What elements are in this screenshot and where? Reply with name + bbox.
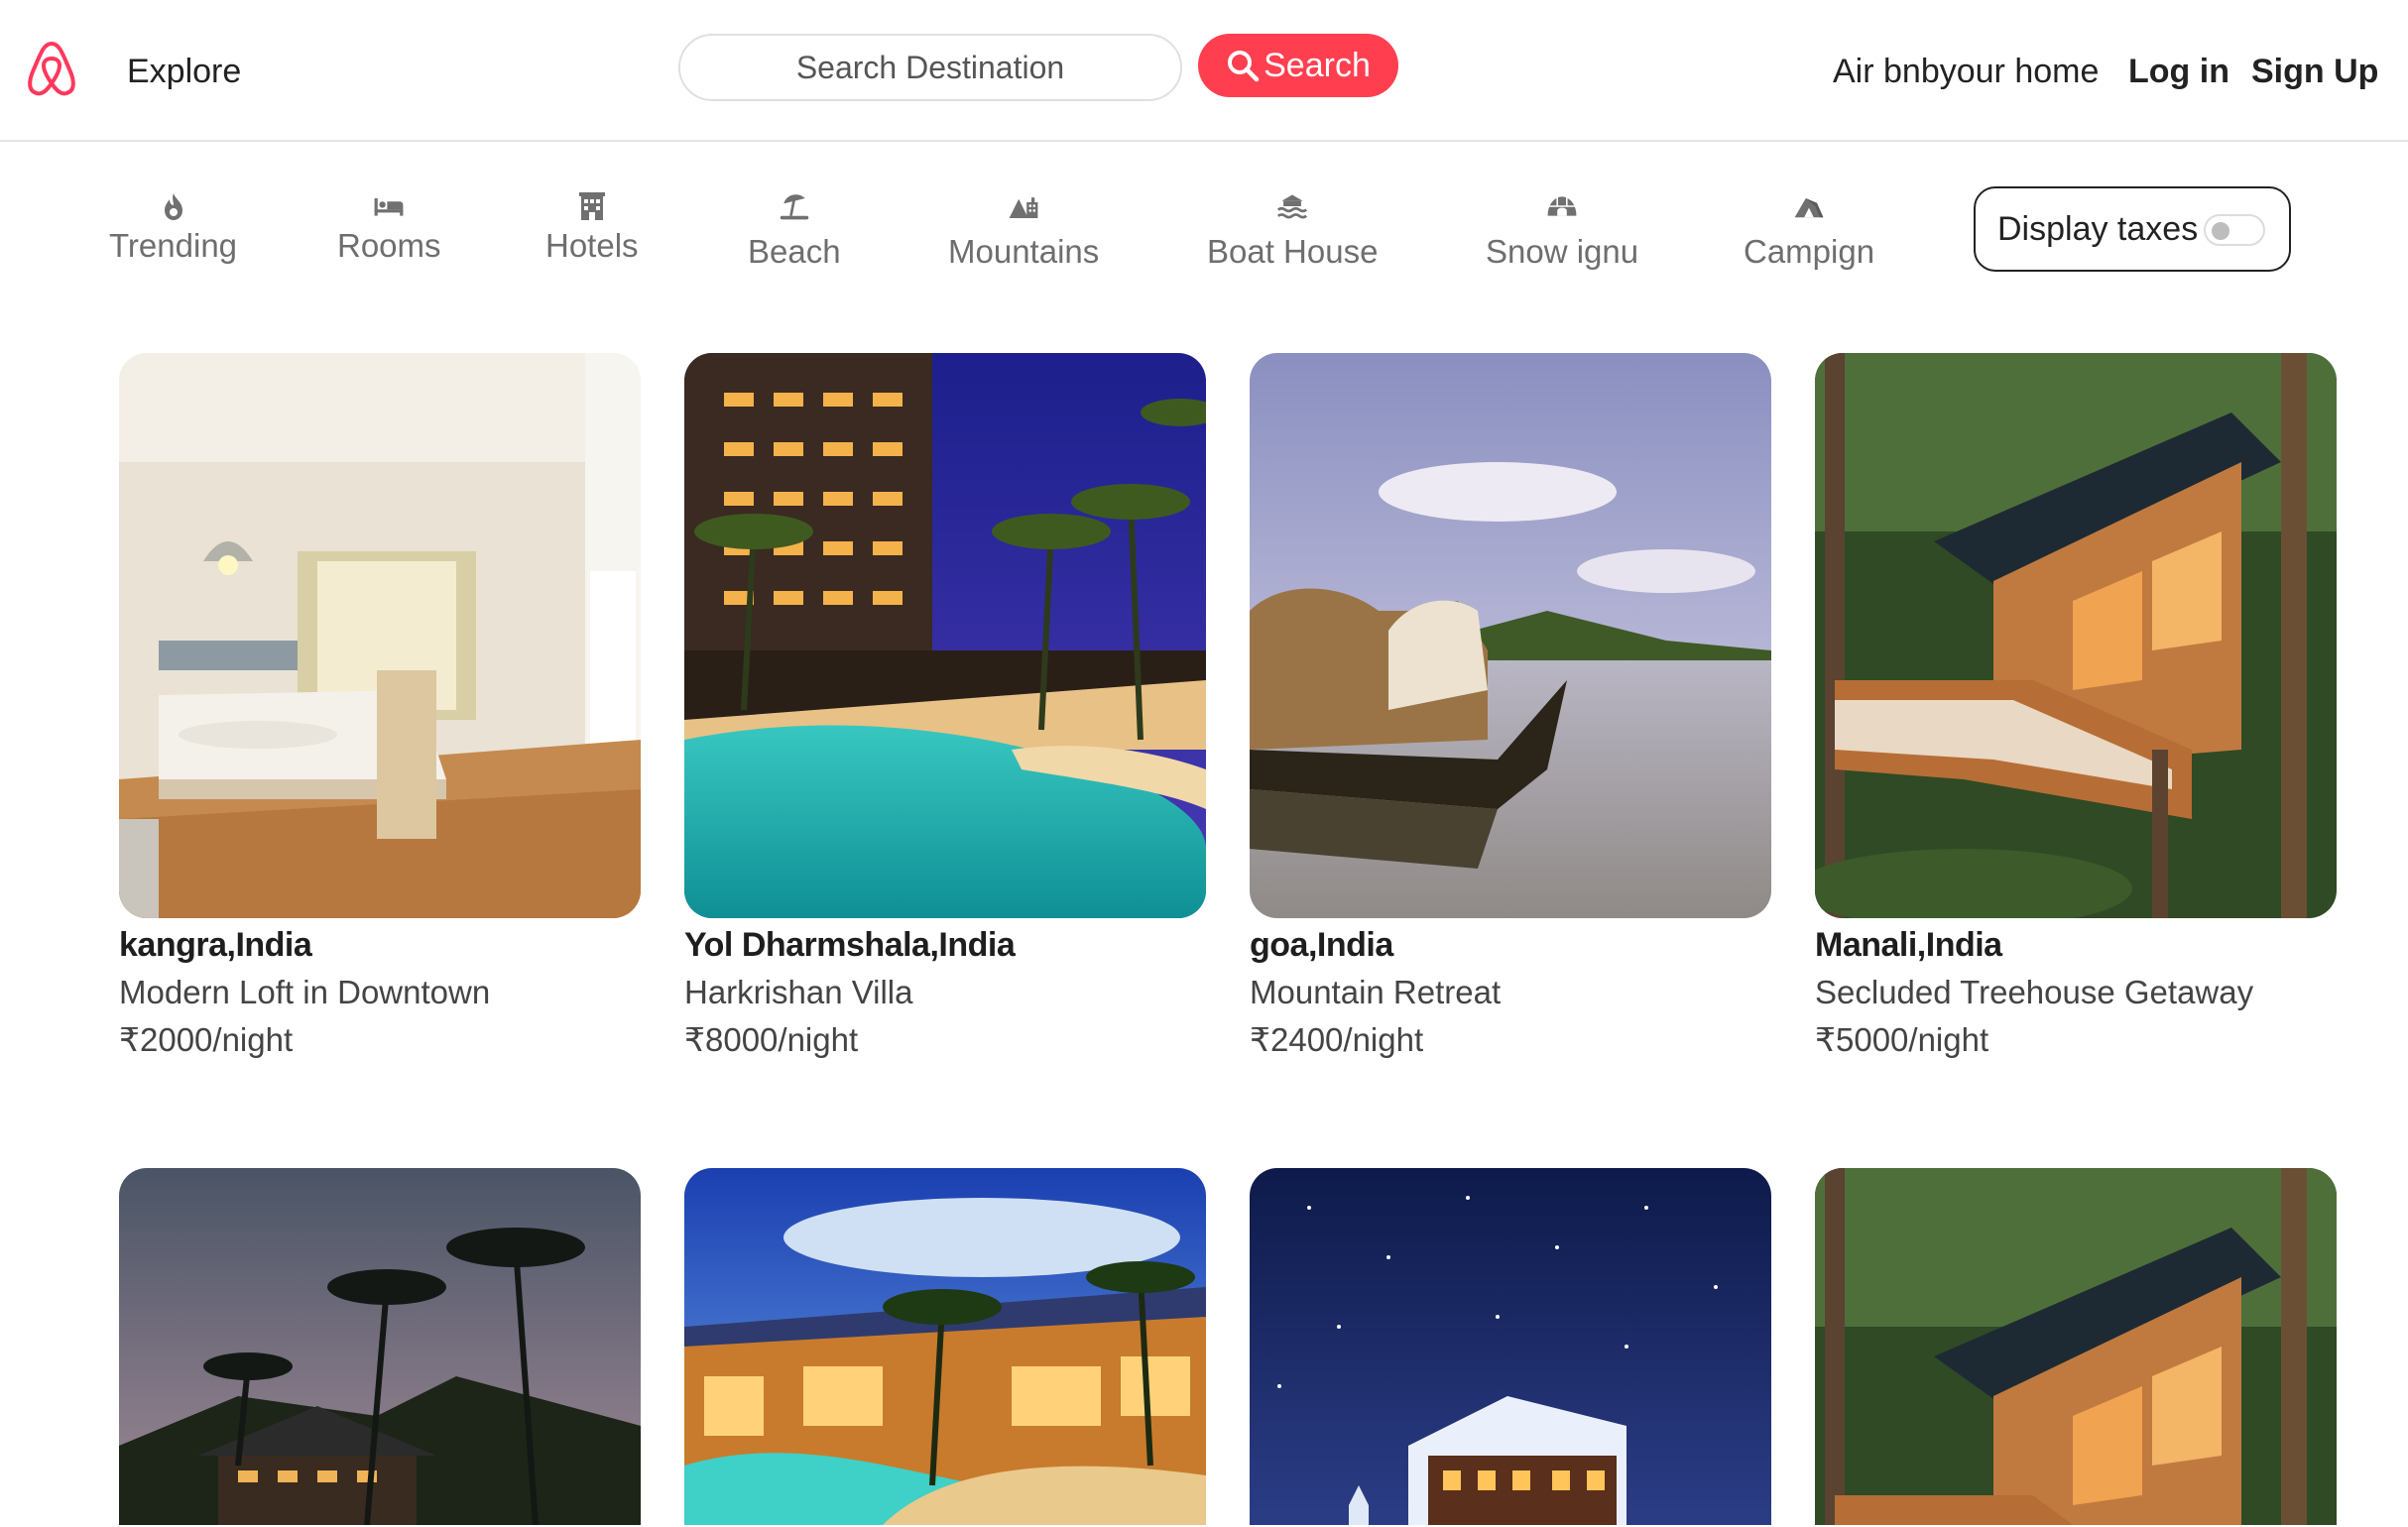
listing-title: Modern Loft in Downtown (119, 974, 491, 1010)
hotel-room-photo[interactable] (119, 353, 641, 918)
filter-label: Snow ignu (1486, 233, 1639, 270)
filter-label: Rooms (337, 227, 441, 264)
water-icon (1277, 194, 1308, 219)
listing-title: Secluded Treehouse Getaway (1815, 974, 2254, 1010)
listing-price: ₹2000/night (119, 1021, 294, 1058)
filter-label: Hotels (545, 227, 639, 264)
taxes-toggle[interactable] (2204, 214, 2265, 246)
filter-snow-ignu[interactable]: Snow ignu (1486, 190, 1638, 272)
listing-card[interactable] (1250, 1168, 1771, 1525)
listing-location: Yol Dharmshala,India (684, 926, 1016, 964)
search-destination-input[interactable] (678, 34, 1182, 101)
umbrella-beach-icon (780, 194, 809, 220)
filter-label: Trending (109, 227, 238, 264)
filter-boat-house[interactable]: Boat House (1207, 190, 1378, 272)
campground-icon (1794, 198, 1824, 218)
filter-label: Boat House (1207, 233, 1379, 270)
listing-location: Manali,India (1815, 926, 2002, 964)
hotel-icon (578, 192, 605, 220)
filter-label: Mountains (948, 233, 1100, 270)
treehouse-photo[interactable] (1815, 1168, 2337, 1525)
filter-mountains[interactable]: Mountains (948, 190, 1099, 272)
resort-pool-photo[interactable] (684, 353, 1206, 918)
igloo-icon (1547, 196, 1577, 216)
filter-label: Beach (748, 233, 841, 270)
treehouse-photo[interactable] (1815, 353, 2337, 918)
display-taxes-switch[interactable]: Display taxes (1974, 186, 2291, 272)
listing-card[interactable]: Manali,India Secluded Treehouse Getaway … (1815, 353, 2337, 1063)
mountain-city-icon (1009, 197, 1038, 218)
listing-location: goa,India (1250, 926, 1393, 964)
signup-link[interactable]: Sign Up (2251, 50, 2378, 93)
top-navbar: Explore Search Air bnbyour home Log in S… (0, 0, 2408, 142)
filter-label: Campign (1744, 233, 1875, 270)
search-button[interactable]: Search (1198, 34, 1398, 97)
listing-price: ₹8000/night (684, 1021, 859, 1058)
listing-price: ₹5000/night (1815, 1021, 1989, 1058)
palm-resort-photo[interactable] (119, 1168, 641, 1525)
listing-card[interactable] (119, 1168, 641, 1525)
airbnb-your-home-link[interactable]: Air bnbyour home (1833, 50, 2099, 93)
listing-card[interactable] (684, 1168, 1206, 1525)
snow-cabin-photo[interactable] (1250, 1168, 1771, 1525)
filter-rooms[interactable]: Rooms (337, 190, 441, 266)
login-link[interactable]: Log in (2128, 50, 2229, 93)
explore-link[interactable]: Explore (127, 50, 241, 93)
listing-card[interactable]: goa,India Mountain Retreat ₹2400/night (1250, 353, 1771, 1063)
listing-card[interactable] (1815, 1168, 2337, 1525)
listing-card[interactable]: kangra,India Modern Loft in Downtown ₹20… (119, 353, 641, 1063)
filter-trending[interactable]: Trending (109, 190, 237, 266)
listing-title: Harkrishan Villa (684, 974, 913, 1010)
filter-beach[interactable]: Beach (748, 190, 841, 272)
luxury-villa-photo[interactable] (684, 1168, 1206, 1525)
filter-campign[interactable]: Campign (1744, 190, 1874, 272)
airbnb-logo-icon[interactable] (22, 38, 81, 99)
bed-icon (374, 198, 404, 216)
filter-hotels[interactable]: Hotels (545, 190, 639, 266)
fire-icon (164, 193, 182, 220)
display-taxes-label: Display taxes (1997, 209, 2199, 248)
listing-price: ₹2400/night (1250, 1021, 1424, 1058)
listing-location: kangra,India (119, 926, 312, 964)
search-button-label: Search (1264, 46, 1371, 84)
houseboat-photo[interactable] (1250, 353, 1771, 918)
listing-card[interactable]: Yol Dharmshala,India Harkrishan Villa ₹8… (684, 353, 1206, 1063)
listing-title: Mountain Retreat (1250, 974, 1502, 1010)
search-icon (1228, 51, 1260, 82)
toggle-knob (2212, 222, 2229, 240)
